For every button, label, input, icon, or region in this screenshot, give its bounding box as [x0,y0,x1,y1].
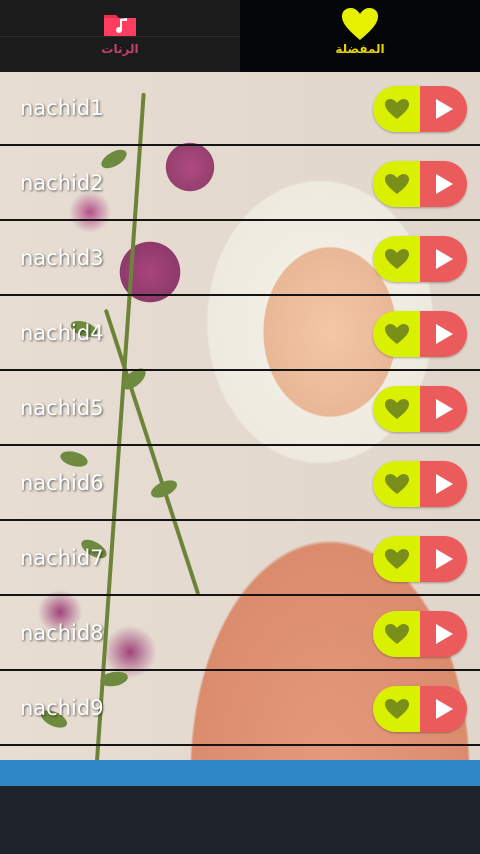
heart-icon [384,699,409,719]
play-button[interactable] [420,461,467,507]
heart-icon [384,399,409,419]
heart-icon [384,549,409,569]
play-button[interactable] [420,236,467,282]
favorite-button[interactable] [373,386,420,432]
play-button[interactable] [420,386,467,432]
play-icon [435,249,453,269]
favorite-button[interactable] [373,161,420,207]
play-button[interactable] [420,311,467,357]
favorite-button[interactable] [373,236,420,282]
list-item-controls [373,386,467,432]
play-button[interactable] [420,86,467,132]
list-item-title: nachid2 [20,171,104,195]
list-item-controls [373,611,467,657]
list-item[interactable]: nachid4 [0,297,480,371]
tab-favorites[interactable]: المفضلة [240,0,480,72]
favorite-button[interactable] [373,86,420,132]
play-icon [435,624,453,644]
tab-favorites-label: المفضلة [335,42,385,56]
tab-ringtones-label: الرنات [101,42,139,56]
heart-icon [384,174,409,194]
list-item[interactable]: nachid9 [0,672,480,746]
list-item[interactable]: nachid1 [0,72,480,146]
list-item-controls [373,86,467,132]
list-item-title: nachid5 [20,396,104,420]
favorite-button[interactable] [373,686,420,732]
accent-bar [0,760,480,786]
heart-icon [384,474,409,494]
list-item[interactable]: nachid8 [0,597,480,671]
list-item-controls [373,461,467,507]
play-button[interactable] [420,536,467,582]
list-item-title: nachid8 [20,621,104,645]
favorite-button[interactable] [373,461,420,507]
play-icon [435,399,453,419]
play-icon [435,549,453,569]
list-item[interactable]: nachid7 [0,522,480,596]
top-tab-bar: الرنات المفضلة [0,0,480,72]
list-item-title: nachid9 [20,696,104,720]
favorite-button[interactable] [373,311,420,357]
play-icon [435,474,453,494]
list-item-controls [373,236,467,282]
list-item[interactable]: nachid2 [0,147,480,221]
heart-icon [384,99,409,119]
play-icon [435,324,453,344]
list-item-title: nachid3 [20,246,104,270]
list-item[interactable]: nachid5 [0,372,480,446]
heart-icon [384,624,409,644]
heart-icon [384,324,409,344]
list-item-title: nachid6 [20,471,104,495]
list-item-title: nachid1 [20,96,104,120]
list-item[interactable]: nachid6 [0,447,480,521]
play-icon [435,699,453,719]
list-item-controls [373,161,467,207]
play-button[interactable] [420,686,467,732]
list-item-title: nachid7 [20,546,104,570]
play-button[interactable] [420,611,467,657]
favorite-button[interactable] [373,536,420,582]
list-item[interactable]: nachid3 [0,222,480,296]
list-item-title: nachid4 [20,321,104,345]
bottom-bar [0,786,480,854]
tab-ringtones[interactable]: الرنات [0,0,240,72]
favorite-button[interactable] [373,611,420,657]
music-folder-icon [102,8,138,40]
list-item-controls [373,686,467,732]
play-button[interactable] [420,161,467,207]
heart-icon [341,8,379,40]
play-icon [435,99,453,119]
list-item-controls [373,536,467,582]
ringtone-list[interactable]: nachid1 nachid2 nachid3 nachid4 nachid5 … [0,72,480,760]
heart-icon [384,249,409,269]
play-icon [435,174,453,194]
list-item-controls [373,311,467,357]
